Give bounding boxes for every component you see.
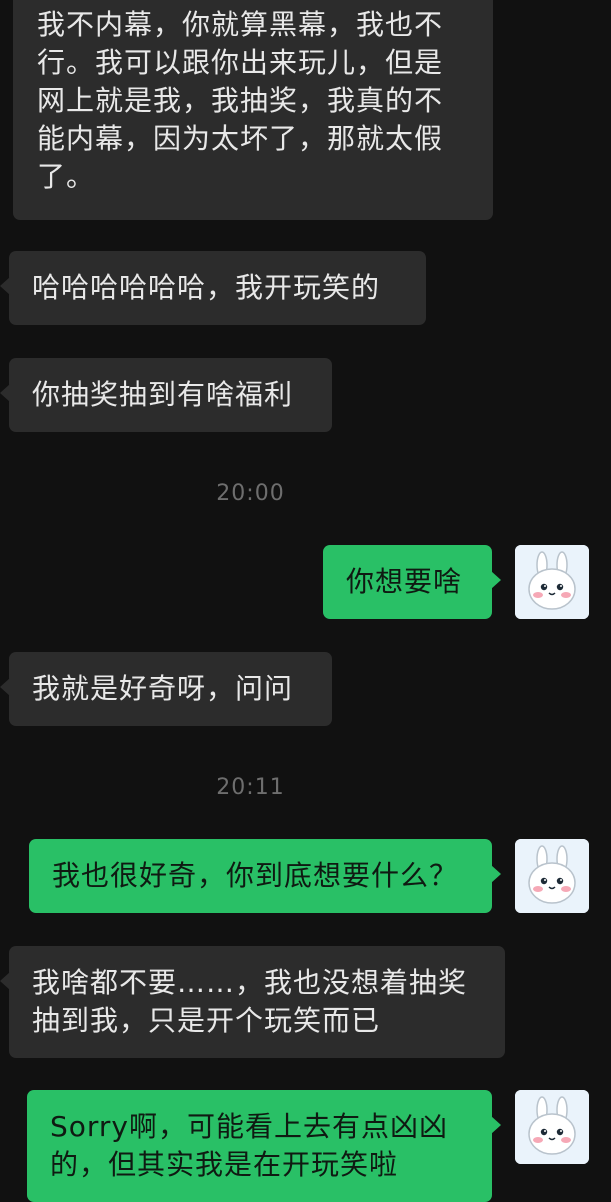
message-timestamp: 20:11 (216, 775, 285, 800)
message-bubble-outgoing[interactable]: 你想要啥 (323, 545, 501, 619)
user-avatar[interactable] (515, 545, 589, 619)
message-timestamp: 20:00 (216, 481, 285, 506)
user-avatar[interactable] (515, 1090, 589, 1164)
chat-message-list[interactable]: 我不内幕，你就算黑幕，我也不 行。我可以跟你出来玩儿，但是 网上就是我，我抽奖，… (0, 0, 611, 1202)
message-bubble-incoming[interactable]: 我就是好奇呀，问问 (0, 652, 332, 726)
message-bubble-incoming[interactable]: 哈哈哈哈哈哈，我开玩笑的 (0, 251, 426, 325)
user-avatar[interactable] (515, 839, 589, 913)
bunny-avatar-icon (515, 1090, 589, 1164)
message-bubble-incoming[interactable]: 我不内幕，你就算黑幕，我也不 行。我可以跟你出来玩儿，但是 网上就是我，我抽奖，… (13, 0, 493, 220)
message-bubble-incoming[interactable]: 你抽奖抽到有啥福利 (0, 358, 332, 432)
bunny-avatar-icon (515, 545, 589, 619)
bunny-avatar-icon (515, 839, 589, 913)
message-bubble-outgoing[interactable]: Sorry啊，可能看上去有点凶凶 的，但其实我是在开玩笑啦 (27, 1090, 501, 1202)
message-bubble-outgoing[interactable]: 我也很好奇，你到底想要什么？ (29, 839, 501, 913)
message-bubble-incoming[interactable]: 我啥都不要……，我也没想着抽奖 抽到我，只是开个玩笑而已 (0, 946, 505, 1058)
